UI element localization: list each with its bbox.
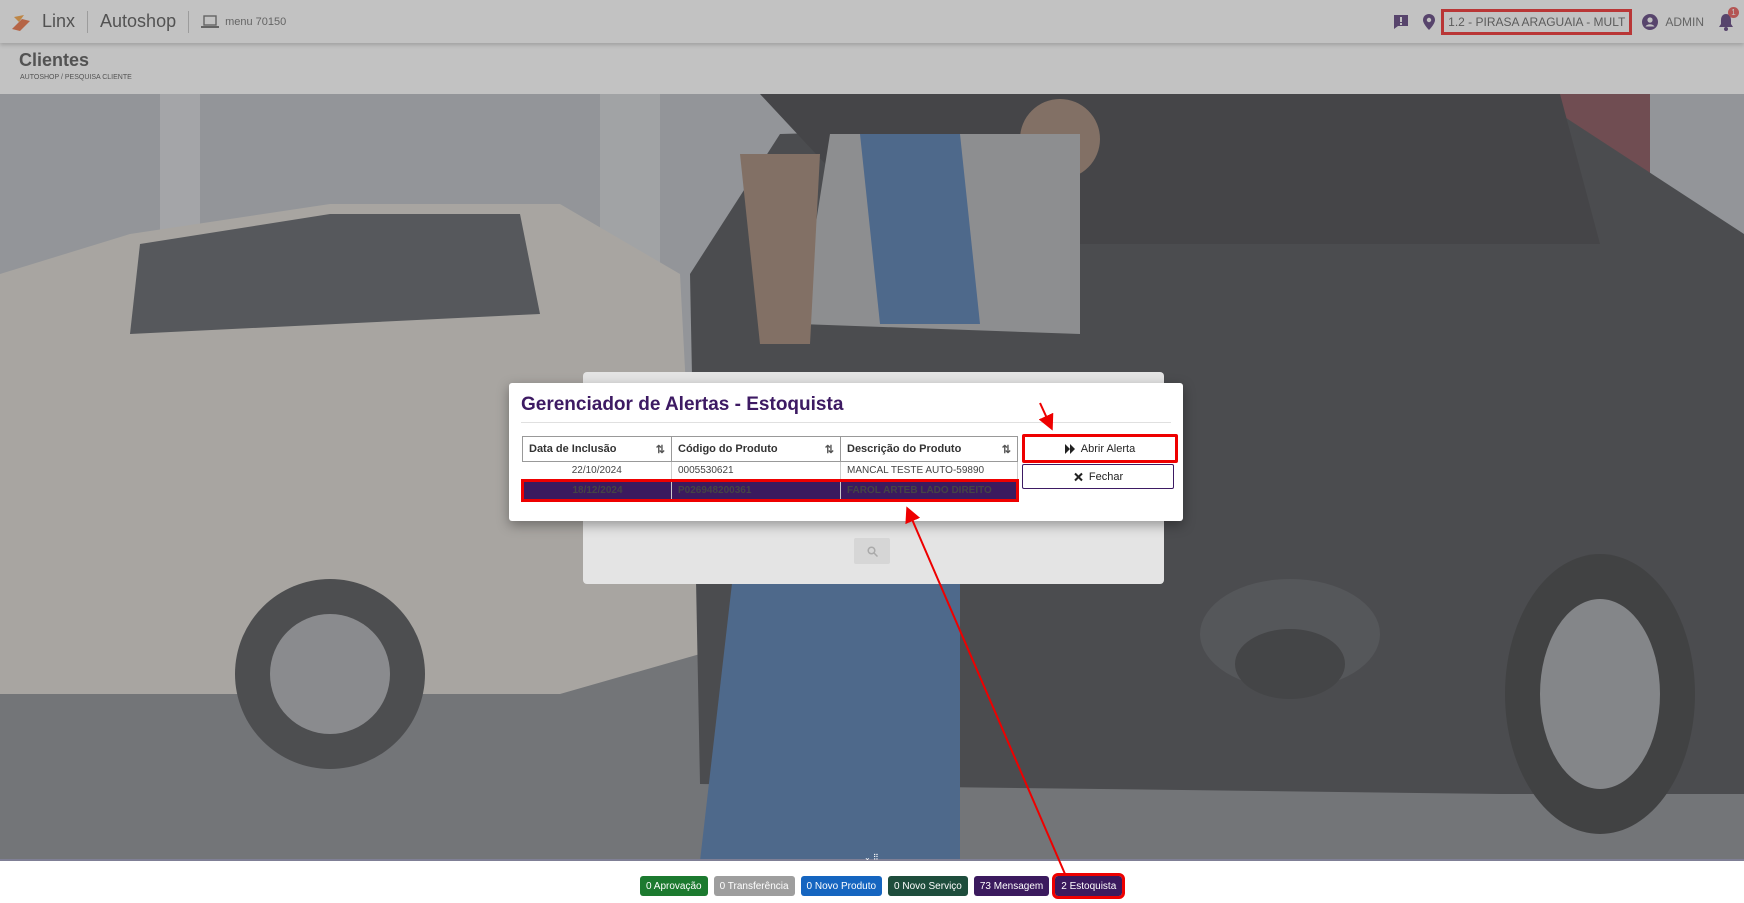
cell-date: 18/12/2024 bbox=[521, 479, 672, 502]
table-row[interactable]: 22/10/2024 0005530621 MANCAL TESTE AUTO-… bbox=[522, 461, 1018, 481]
cell-date: 22/10/2024 bbox=[522, 461, 672, 481]
new-product-badge[interactable]: 0 Novo Produto bbox=[800, 876, 883, 896]
table-row-selected[interactable]: 18/12/2024 P026948200361 FAROL ARTEB LAD… bbox=[521, 479, 1019, 502]
close-icon bbox=[1074, 472, 1083, 481]
sort-icon[interactable]: ⇅ bbox=[656, 443, 665, 456]
column-header-code[interactable]: Código do Produto ⇅ bbox=[671, 436, 841, 462]
open-alert-button[interactable]: Abrir Alerta bbox=[1022, 434, 1178, 463]
column-header-description[interactable]: Descrição do Produto ⇅ bbox=[840, 436, 1018, 462]
sort-icon[interactable]: ⇅ bbox=[825, 443, 834, 456]
sort-icon[interactable]: ⇅ bbox=[1002, 443, 1011, 456]
alerts-table: Data de Inclusão ⇅ Código do Produto ⇅ D… bbox=[521, 436, 1019, 502]
approval-badge[interactable]: 0 Aprovação bbox=[640, 876, 708, 896]
status-bar: 0 Aprovação 0 Transferência 0 Novo Produ… bbox=[0, 861, 1744, 903]
cell-description: FAROL ARTEB LADO DIREITO bbox=[840, 479, 1019, 502]
counter-badges: 0 Aprovação 0 Transferência 0 Novo Produ… bbox=[640, 873, 1126, 899]
dialog-title: Gerenciador de Alertas - Estoquista bbox=[521, 394, 844, 415]
transfer-badge[interactable]: 0 Transferência bbox=[713, 876, 795, 896]
cell-code: 0005530621 bbox=[671, 461, 841, 481]
column-header-date[interactable]: Data de Inclusão ⇅ bbox=[522, 436, 672, 462]
cell-code: P026948200361 bbox=[671, 479, 841, 502]
open-alert-label: Abrir Alerta bbox=[1080, 442, 1136, 455]
search-button[interactable] bbox=[854, 538, 890, 564]
alert-manager-dialog: Gerenciador de Alertas - Estoquista Data… bbox=[509, 383, 1183, 521]
close-button[interactable]: Fechar bbox=[1022, 464, 1174, 489]
messages-badge[interactable]: 73 Mensagem bbox=[973, 876, 1050, 896]
new-service-badge[interactable]: 0 Novo Serviço bbox=[888, 876, 968, 896]
fast-forward-icon bbox=[1064, 443, 1075, 454]
divider bbox=[521, 422, 1171, 423]
cell-description: MANCAL TESTE AUTO-59890 bbox=[840, 461, 1018, 481]
close-label: Fechar bbox=[1088, 470, 1124, 483]
table-header-row: Data de Inclusão ⇅ Código do Produto ⇅ D… bbox=[522, 436, 1018, 462]
stock-keeper-badge[interactable]: 2 Estoquista bbox=[1052, 873, 1126, 899]
search-icon bbox=[866, 545, 878, 557]
